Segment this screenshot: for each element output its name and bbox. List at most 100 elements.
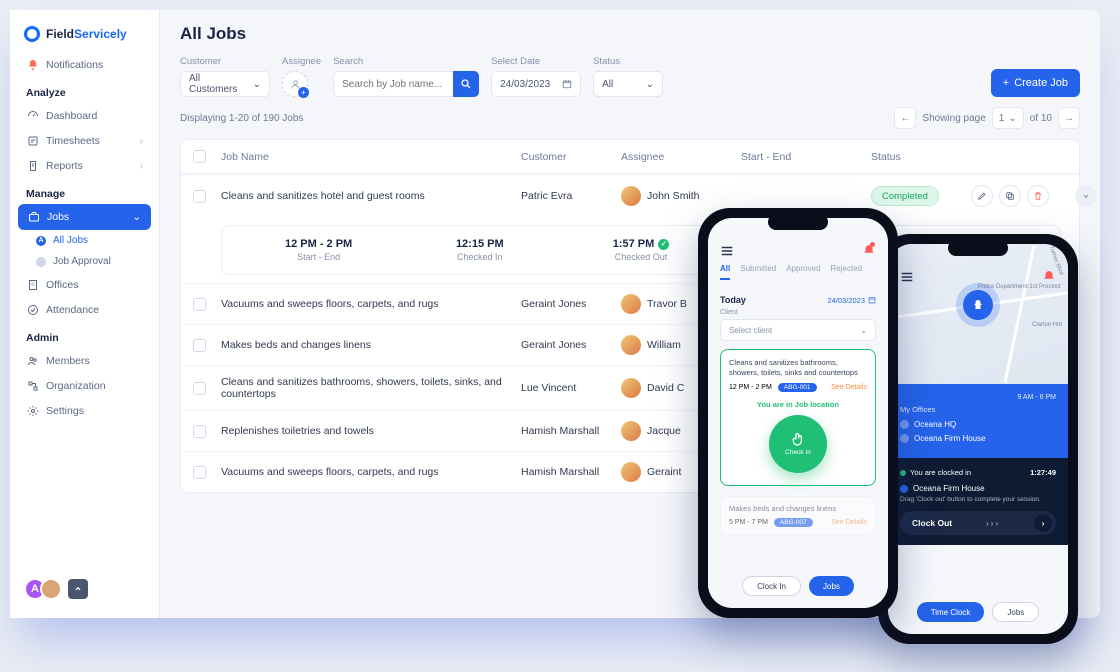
status-select[interactable]: All⌄: [593, 71, 663, 97]
sidebar-item-label: Members: [46, 355, 90, 367]
page-title: All Jobs: [180, 24, 1080, 44]
assignee-filter-label: Assignee: [282, 56, 321, 67]
cell-assignee: Jacque: [647, 425, 681, 437]
pager-prev-button[interactable]: ←: [894, 107, 916, 129]
sidebar-item-label: Timesheets: [46, 135, 100, 147]
table-row[interactable]: Replenishes toiletries and towelsHamish …: [181, 410, 1079, 451]
chevron-down-icon: ⌄: [646, 79, 654, 90]
pager-next-button[interactable]: →: [1058, 107, 1080, 129]
avatar-icon: [621, 335, 641, 355]
col-status: Status: [871, 151, 971, 163]
cell-job: Vacuums and sweeps floors, carpets, and …: [221, 466, 521, 478]
sidebar-item-dashboard[interactable]: Dashboard: [18, 103, 151, 128]
row-detail: 12 PM - 2 PMStart - End 12:15 PMChecked …: [221, 225, 1061, 275]
avatar-icon: [621, 421, 641, 441]
cell-assignee: David C: [647, 382, 684, 394]
edit-button[interactable]: [971, 185, 993, 207]
col-customer: Customer: [521, 151, 621, 163]
search-filter-label: Search: [333, 56, 479, 67]
sidebar-footer: A: [18, 572, 151, 606]
row-checkbox[interactable]: [193, 425, 206, 438]
sidebar-item-jobs[interactable]: Jobs ⌄: [18, 204, 151, 230]
sidebar-item-organization[interactable]: Organization: [18, 373, 151, 398]
pagination: ← Showing page 1⌄ of 10 →: [894, 107, 1080, 129]
brand-text: FieldServicely: [46, 27, 127, 41]
check-circle-icon: [26, 303, 39, 316]
date-select[interactable]: 24/03/2023: [491, 71, 581, 97]
sidebar-group-manage: Manage: [18, 178, 151, 204]
cell-assignee: Travor B: [647, 298, 687, 310]
date-filter-label: Select Date: [491, 56, 581, 67]
user-avatar-2[interactable]: [40, 578, 62, 600]
row-checkbox[interactable]: [193, 298, 206, 311]
users-icon: [26, 354, 39, 367]
plus-icon: +: [1003, 77, 1009, 89]
pager-of-label: of 10: [1030, 113, 1052, 124]
sidebar-item-offices[interactable]: Offices: [18, 272, 151, 297]
sidebar-item-members[interactable]: Members: [18, 348, 151, 373]
building-icon: [26, 278, 39, 291]
sidebar-group-admin: Admin: [18, 322, 151, 348]
create-job-button[interactable]: +Create Job: [991, 69, 1080, 97]
expand-button[interactable]: [1075, 185, 1097, 207]
cell-assignee: John Smith: [647, 190, 700, 202]
org-icon: [26, 379, 39, 392]
pager-page-select[interactable]: 1⌄: [992, 107, 1024, 129]
sidebar-item-label: Reports: [46, 160, 83, 172]
customer-filter-label: Customer: [180, 56, 270, 67]
bell-icon: [26, 58, 39, 71]
cell-assignee: William: [647, 339, 681, 351]
cell-job: Vacuums and sweeps floors, carpets, and …: [221, 298, 521, 310]
dot-icon: A: [36, 236, 46, 246]
cell-customer: Geraint Jones: [521, 339, 621, 351]
cell-job: Cleans and sanitizes bathrooms, showers,…: [221, 376, 521, 400]
row-checkbox[interactable]: [193, 339, 206, 352]
row-checkbox[interactable]: [193, 382, 206, 395]
sidebar-item-notifications[interactable]: Notifications: [18, 52, 151, 77]
assignee-add-button[interactable]: [282, 71, 308, 97]
cell-job: Replenishes toiletries and towels: [221, 425, 521, 437]
sidebar-item-attendance[interactable]: Attendance: [18, 297, 151, 322]
calendar-icon: [562, 79, 572, 89]
dot-icon: [36, 257, 46, 267]
cell-customer: Patric Evra: [521, 190, 621, 202]
row-checkbox[interactable]: [193, 190, 206, 203]
sidebar-item-label: Organization: [46, 380, 106, 392]
table-row[interactable]: Cleans and sanitizes hotel and guest roo…: [181, 174, 1079, 217]
sidebar-item-label: Settings: [46, 405, 84, 417]
chevron-down-icon: ⌄: [132, 211, 141, 223]
jobs-table: Job Name Customer Assignee Start - End S…: [180, 139, 1080, 493]
row-checkbox[interactable]: [193, 466, 206, 479]
report-icon: [26, 159, 39, 172]
cell-customer: Hamish Marshall: [521, 425, 621, 437]
col-assignee: Assignee: [621, 151, 741, 163]
cell-customer: Geraint Jones: [521, 298, 621, 310]
sidebar-item-label: Job Approval: [53, 256, 111, 267]
table-row[interactable]: Cleans and sanitizes bathrooms, showers,…: [181, 365, 1079, 410]
brand-logo[interactable]: FieldServicely: [18, 22, 151, 52]
sidebar-item-label: Jobs: [47, 211, 69, 223]
table-header: Job Name Customer Assignee Start - End S…: [181, 140, 1079, 174]
delete-button[interactable]: [1027, 185, 1049, 207]
table-row[interactable]: Vacuums and sweeps floors, carpets, and …: [181, 451, 1079, 492]
avatar-icon: [621, 294, 641, 314]
avatar-icon: [621, 462, 641, 482]
cell-customer: Hamish Marshall: [521, 466, 621, 478]
sidebar-subitem-all-jobs[interactable]: AAll Jobs: [18, 230, 151, 251]
sidebar-item-timesheets[interactable]: Timesheets›: [18, 128, 151, 153]
sidebar-subitem-job-approval[interactable]: Job Approval: [18, 251, 151, 272]
chevron-right-icon: ›: [140, 160, 144, 172]
customer-select[interactable]: All Customers⌄: [180, 71, 270, 97]
sidebar-item-label: Offices: [46, 279, 78, 291]
sidebar-item-label: Dashboard: [46, 110, 97, 122]
table-row[interactable]: Makes beds and changes linensGeraint Jon…: [181, 324, 1079, 365]
sidebar-item-reports[interactable]: Reports ›: [18, 153, 151, 178]
search-input[interactable]: [333, 71, 453, 97]
sidebar-item-settings[interactable]: Settings: [18, 398, 151, 423]
select-all-checkbox[interactable]: [193, 150, 206, 163]
table-row[interactable]: Vacuums and sweeps floors, carpets, and …: [181, 283, 1079, 324]
duplicate-button[interactable]: [999, 185, 1021, 207]
col-job: Job Name: [221, 151, 521, 163]
collapse-button[interactable]: [68, 579, 88, 599]
search-button[interactable]: [453, 71, 479, 97]
